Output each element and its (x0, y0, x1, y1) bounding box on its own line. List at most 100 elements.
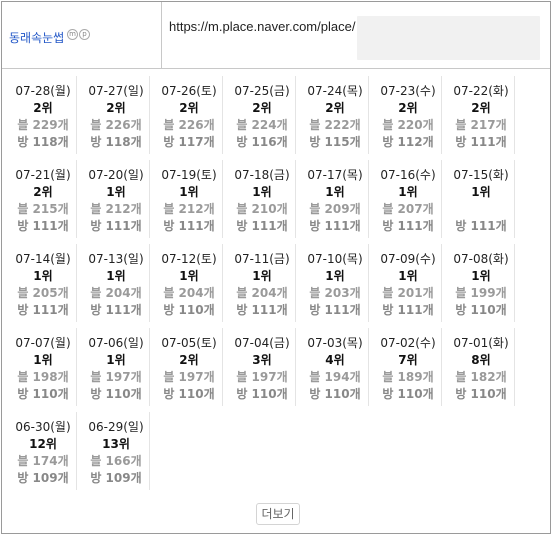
place-url[interactable]: https://m.place.naver.com/place/ (169, 19, 355, 34)
entry-date: 07-03(목) (307, 336, 363, 350)
entry-blog: 블 210개 (236, 202, 288, 216)
entry-blog: 블 197개 (163, 370, 215, 384)
daily-rank-entry: 07-18(금) 1위블 210개방 111개 (228, 160, 296, 238)
entry-blog: 블 204개 (236, 286, 288, 300)
daily-rank-entry: 07-07(월) 1위 블 198개 방 110개 (9, 328, 77, 406)
entry-rank: 1위 (106, 269, 126, 283)
entry-rank: 3위 (252, 353, 272, 367)
load-more-button[interactable]: 더보기 (256, 503, 300, 525)
entry-blog: 블 198개 (17, 370, 69, 384)
entry-date: 07-21(월) (15, 168, 71, 182)
entry-rank: 1위 (471, 269, 491, 283)
entry-rank: 1위 (325, 185, 345, 199)
entry-date: 07-05(토) (161, 336, 217, 350)
entry-bang: 방 118개 (17, 135, 69, 149)
entry-blog: 블 174개 (17, 454, 69, 468)
daily-rank-entry: 07-22(화) 2위 블 217개 방 111개 (447, 76, 515, 154)
mobile-badge-icon: m (67, 29, 78, 40)
entry-date: 07-04(금) (234, 336, 290, 350)
entry-date: 07-22(화) (453, 84, 509, 98)
entry-date: 07-17(목) (307, 168, 363, 182)
entry-date: 06-29(일) (88, 420, 144, 434)
daily-rank-entry: 07-04(금) 3위 블 197개 방 110개 (228, 328, 296, 406)
entry-date: 07-11(금) (234, 252, 290, 266)
entry-rank: 1위 (179, 269, 199, 283)
entry-date: 07-08(화) (453, 252, 509, 266)
entry-rank: 12위 (29, 437, 57, 451)
keyword-link[interactable]: 동래속눈썹 (9, 29, 64, 46)
daily-rank-entry: 07-25(금) 2위 블 224개 방 116개 (228, 76, 296, 154)
entry-date: 07-26(토) (161, 84, 217, 98)
entry-blog: 블 199개 (455, 286, 507, 300)
entry-blog: 블 222개 (309, 118, 361, 132)
entry-rank: 1위 (398, 185, 418, 199)
entry-date: 07-09(수) (380, 252, 436, 266)
entry-bang: 방 111개 (382, 303, 434, 317)
entry-bang: 방 109개 (90, 471, 142, 485)
entry-bang: 방 110개 (163, 387, 215, 401)
daily-rank-entry: 07-11(금) 1위블 204개방 111개 (228, 244, 296, 322)
entry-rank: 2위 (33, 185, 53, 199)
daily-rank-entry: 07-17(목) 1위블 209개방 111개 (301, 160, 369, 238)
entry-rank: 1위 (106, 185, 126, 199)
daily-rank-entry: 07-10(목) 1위 블 203개 방 111개 (301, 244, 369, 322)
daily-rank-entry: 07-28(월) 2위 블 229개 방 118개 (9, 76, 77, 154)
entry-rank: 2위 (325, 101, 345, 115)
redacted-url-mask (357, 16, 540, 60)
entry-blog: 블 182개 (455, 370, 507, 384)
entry-bang: 방 110개 (90, 387, 142, 401)
entry-blog: 블 209개 (309, 202, 361, 216)
entry-bang: 방 111개 (309, 303, 361, 317)
entry-blog: 블 217개 (455, 118, 507, 132)
url-cell: https://m.place.naver.com/place/ (163, 2, 550, 68)
entry-rank: 4위 (325, 353, 345, 367)
entry-blog: 블 166개 (90, 454, 142, 468)
entry-blog: 블 204개 (163, 286, 215, 300)
daily-rank-entry: 07-19(토) 1위 블 212개 방 111개 (155, 160, 223, 238)
entry-date: 07-20(일) (88, 168, 144, 182)
entry-bang: 방 111개 (90, 303, 142, 317)
entry-date: 07-12(토) (161, 252, 217, 266)
entry-bang: 방 111개 (236, 303, 288, 317)
entry-rank: 1위 (252, 185, 272, 199)
entry-rank: 1위 (471, 185, 491, 199)
entry-blog: 블 220개 (382, 118, 434, 132)
entry-bang: 방 111개 (17, 219, 69, 233)
entry-date: 06-30(월) (15, 420, 71, 434)
entry-bang: 방 111개 (17, 303, 69, 317)
entry-rank: 1위 (106, 353, 126, 367)
entry-date: 07-24(목) (307, 84, 363, 98)
daily-rank-entry: 07-02(수) 7위 블 189개 방 110개 (374, 328, 442, 406)
daily-rank-entry: 06-30(월) 12위 블 174개 방 109개 (9, 412, 77, 490)
entry-date: 07-16(수) (380, 168, 436, 182)
ranking-panel: 동래속눈썹 m p https://m.place.naver.com/plac… (1, 1, 551, 534)
entry-blog: 블 203개 (309, 286, 361, 300)
entry-bang: 방 110개 (236, 387, 288, 401)
pc-badge-icon: p (79, 29, 90, 40)
entry-rank: 1위 (398, 269, 418, 283)
keyword-cell: 동래속눈썹 m p (2, 2, 162, 68)
entry-rank: 2위 (471, 101, 491, 115)
entry-bang: 방 116개 (236, 135, 288, 149)
entry-blog: 블 215개 (17, 202, 69, 216)
entry-blog: 블 212개 (163, 202, 215, 216)
entry-rank: 1위 (33, 353, 53, 367)
entry-rank: 2위 (398, 101, 418, 115)
entry-rank: 13위 (102, 437, 130, 451)
entry-date: 07-23(수) (380, 84, 436, 98)
entry-bang: 방 111개 (236, 219, 288, 233)
entry-date: 07-18(금) (234, 168, 290, 182)
entry-rank: 1위 (252, 269, 272, 283)
entry-bang: 방 117개 (163, 135, 215, 149)
entry-blog: 블 226개 (163, 118, 215, 132)
daily-rank-entry: 07-14(월) 1위 블 205개 방 111개 (9, 244, 77, 322)
entry-rank: 1위 (179, 185, 199, 199)
daily-rank-entry: 07-27(일) 2위 블 226개 방 118개 (82, 76, 150, 154)
entry-blog: 블 189개 (382, 370, 434, 384)
daily-rank-entry: 07-21(월) 2위블 215개방 111개 (9, 160, 77, 238)
entry-date: 07-14(월) (15, 252, 71, 266)
entry-bang: 방 111개 (309, 219, 361, 233)
entry-bang: 방 111개 (90, 219, 142, 233)
entry-date: 07-25(금) (234, 84, 290, 98)
entry-date: 07-15(화) (453, 168, 509, 182)
